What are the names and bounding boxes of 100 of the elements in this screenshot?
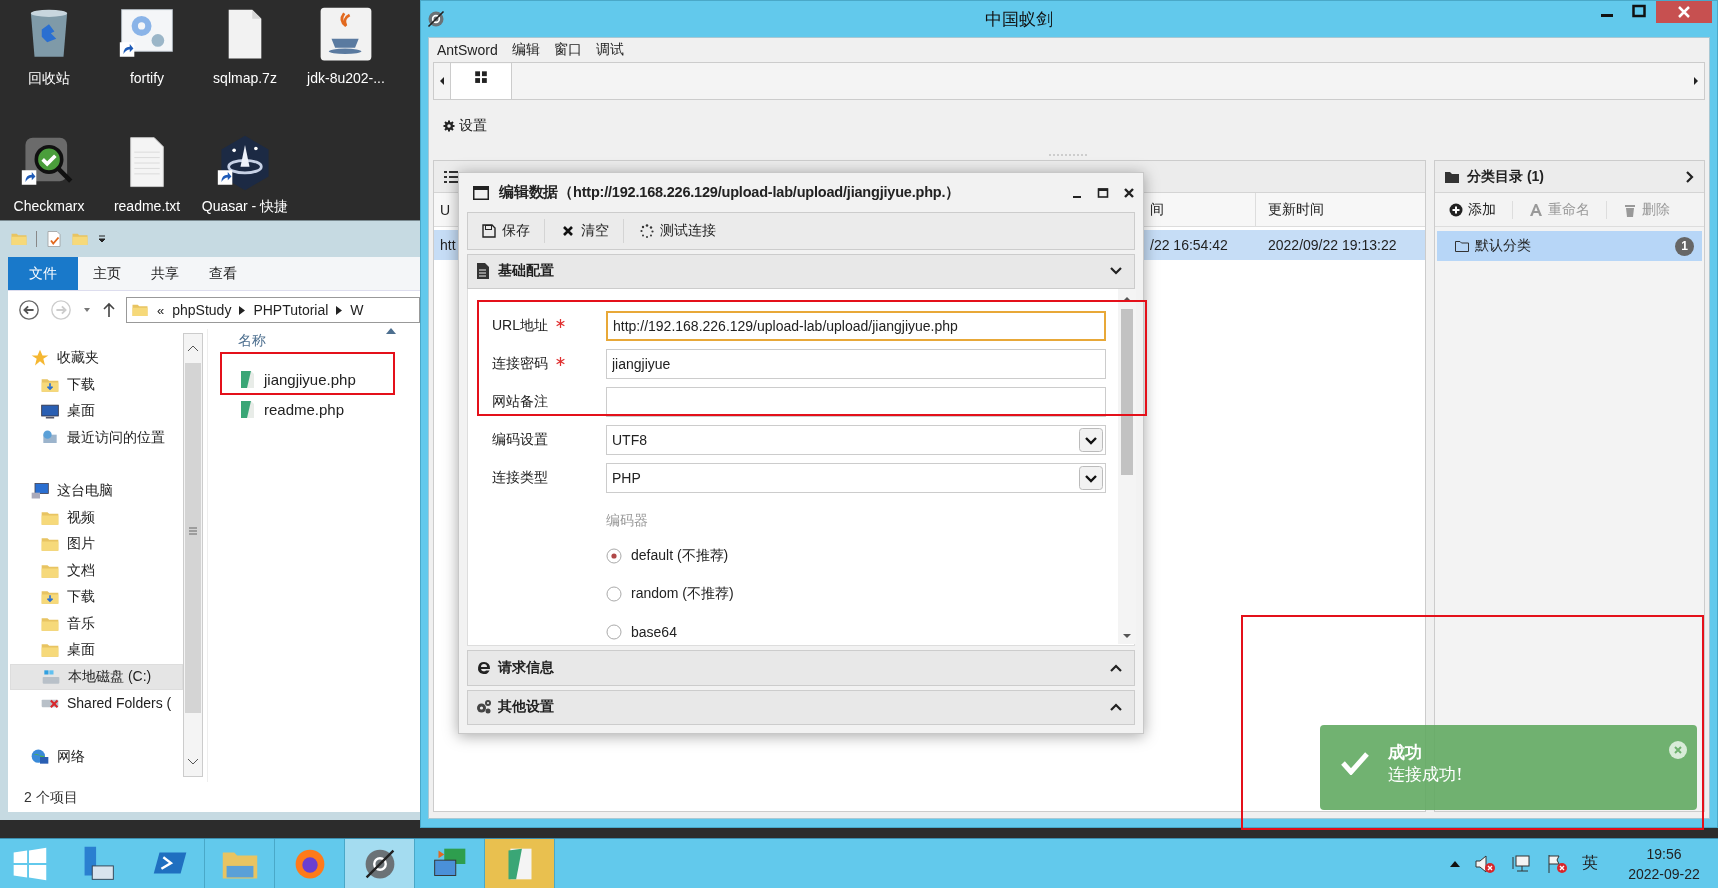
menu-item[interactable]: AntSword xyxy=(437,42,498,58)
section-header[interactable]: 其他设置 xyxy=(467,689,1135,725)
caret-icon[interactable] xyxy=(97,234,107,244)
chevron-right-icon[interactable] xyxy=(1686,170,1694,183)
folder-icon xyxy=(1445,170,1459,183)
input-field[interactable]: http://192.168.226.129/upload-lab/upload/jiangjiyue.php xyxy=(606,311,1106,342)
nav-item[interactable]: Shared Folders ( xyxy=(10,690,183,717)
desktop-icon-label[interactable]: jdk-8u202-... xyxy=(307,70,385,86)
desktop-icon-label[interactable]: sqlmap.7z xyxy=(213,70,277,86)
category-item[interactable]: 默认分类 1 xyxy=(1437,231,1702,261)
table-cell-text: 2022/09/22 19:13:22 xyxy=(1267,236,1398,255)
breadcrumb-item[interactable]: PHPTutorial xyxy=(253,302,329,318)
radio-option[interactable]: base64 xyxy=(606,613,1106,652)
menu-item[interactable]: 窗口 xyxy=(553,41,582,59)
nav-item[interactable]: 最近访问的位置 xyxy=(10,424,183,451)
clock-time[interactable]: 19:56 xyxy=(1646,843,1682,864)
folder-icon xyxy=(1455,240,1469,252)
ribbon-tab[interactable]: 共享 xyxy=(136,257,194,290)
settings-button[interactable]: 设置 xyxy=(443,117,487,135)
ribbon-tab[interactable]: 查看 xyxy=(194,257,252,290)
radio-option[interactable]: random (不推荐) xyxy=(606,575,1106,614)
spinner-icon xyxy=(640,224,654,238)
flag-error-icon[interactable] xyxy=(1546,853,1568,874)
nav-item[interactable]: 收藏夹 xyxy=(10,345,183,372)
desktop-icon-label[interactable]: fortify xyxy=(129,70,165,86)
speaker-muted-icon[interactable] xyxy=(1474,853,1496,874)
radio-option[interactable]: default (不推荐) xyxy=(606,537,1106,576)
nav-item[interactable]: 网络 xyxy=(10,743,183,770)
close-icon[interactable] xyxy=(1123,186,1135,199)
scrollbar[interactable] xyxy=(1118,289,1136,645)
nav-item[interactable]: 下载 xyxy=(10,371,183,398)
section-header[interactable]: 请求信息 xyxy=(467,650,1135,686)
radio[interactable] xyxy=(606,548,622,565)
nav-item[interactable]: 文档 xyxy=(10,557,183,584)
file-name[interactable]: readme.php xyxy=(264,400,345,418)
toolbar-button[interactable]: 测试连接 xyxy=(640,222,730,240)
check-icon xyxy=(1340,751,1370,775)
nav-item[interactable]: 图片 xyxy=(10,531,183,558)
group-label: 编码器 xyxy=(606,511,649,531)
window-title: 中国蚁剑 xyxy=(984,8,1054,31)
toolbar-button[interactable]: 保存 xyxy=(482,222,544,240)
dropdown[interactable]: PHP xyxy=(606,463,1106,494)
nav-item[interactable]: 这台电脑 xyxy=(10,478,183,505)
network-error-icon[interactable] xyxy=(1510,853,1532,874)
chevron-icon[interactable] xyxy=(239,305,246,315)
computer-icon xyxy=(30,481,50,502)
menu-item[interactable]: 调试 xyxy=(595,41,624,59)
ribbon-tab[interactable]: 文件 xyxy=(8,257,78,290)
nav-item[interactable]: 视频 xyxy=(10,504,183,531)
radio[interactable] xyxy=(606,586,622,603)
table-cell-text: /22 16:54:42 xyxy=(1149,236,1229,255)
gears-icon xyxy=(476,699,492,716)
toolbar-button[interactable]: 添加 xyxy=(1449,200,1513,219)
nav-item[interactable]: 下载 xyxy=(10,584,183,611)
desktop-icon-label[interactable]: Quasar - 快捷 xyxy=(201,198,289,216)
toolbar-button[interactable]: 清空 xyxy=(561,222,623,240)
back-icon[interactable] xyxy=(18,299,40,321)
clock-date[interactable]: 2022-09-22 xyxy=(1628,863,1700,884)
desktop-icon-label[interactable]: 回收站 xyxy=(28,70,70,88)
column-header[interactable]: 更新时间 xyxy=(1256,193,1425,226)
chevron-up-icon xyxy=(1110,663,1122,672)
count-badge: 1 xyxy=(1675,236,1694,256)
nav-item[interactable]: 音乐 xyxy=(10,610,183,637)
nav-item[interactable]: 桌面 xyxy=(10,398,183,425)
breadcrumb-item[interactable]: W xyxy=(350,302,364,318)
caret-up-icon[interactable] xyxy=(1450,860,1460,867)
properties-icon[interactable] xyxy=(45,230,63,248)
font-icon xyxy=(1529,202,1543,217)
dropdown[interactable]: UTF8 xyxy=(606,425,1106,456)
address-bar[interactable]: « phpStudy PHPTutorial W xyxy=(126,297,420,323)
nav-item[interactable]: 本地磁盘 (C:) xyxy=(10,663,183,690)
maximize-icon[interactable] xyxy=(1097,186,1109,199)
input-field[interactable] xyxy=(606,387,1106,418)
desktop-icon-label[interactable]: readme.txt xyxy=(113,198,181,214)
status-text: 2 个项目 xyxy=(8,782,420,812)
field-label: URL地址 xyxy=(492,317,548,336)
php-file-icon xyxy=(238,369,256,389)
up-arrow-icon[interactable] xyxy=(102,302,116,318)
column-header[interactable]: 名称 xyxy=(238,332,266,350)
scrollbar[interactable] xyxy=(183,333,203,777)
chevron-icon[interactable] xyxy=(336,305,343,315)
toast-message: 连接成功! xyxy=(1388,763,1464,785)
menu-item[interactable]: 编辑 xyxy=(511,41,540,59)
list-icon xyxy=(444,170,458,183)
input-field[interactable]: jiangjiyue xyxy=(606,349,1106,380)
splitter-grip[interactable] xyxy=(1049,152,1089,158)
desktop-icon-label[interactable]: Checkmarx xyxy=(13,198,85,214)
breadcrumb-overflow[interactable]: « xyxy=(157,302,165,318)
section-header[interactable]: 基础配置 xyxy=(467,253,1135,290)
ribbon-tab[interactable]: 主页 xyxy=(78,257,136,290)
file-name[interactable]: jiangjiyue.php xyxy=(264,370,356,388)
cross-icon xyxy=(561,224,575,238)
window-icon xyxy=(473,185,489,200)
column-header[interactable]: 间 xyxy=(1146,193,1256,226)
input-language[interactable]: 英 xyxy=(1582,853,1598,874)
grid-icon[interactable] xyxy=(450,63,512,99)
breadcrumb-item[interactable]: phpStudy xyxy=(172,302,232,318)
panel-title: 分类目录 (1) xyxy=(1467,167,1545,186)
nav-item[interactable]: 桌面 xyxy=(10,637,183,664)
radio[interactable] xyxy=(606,624,622,641)
